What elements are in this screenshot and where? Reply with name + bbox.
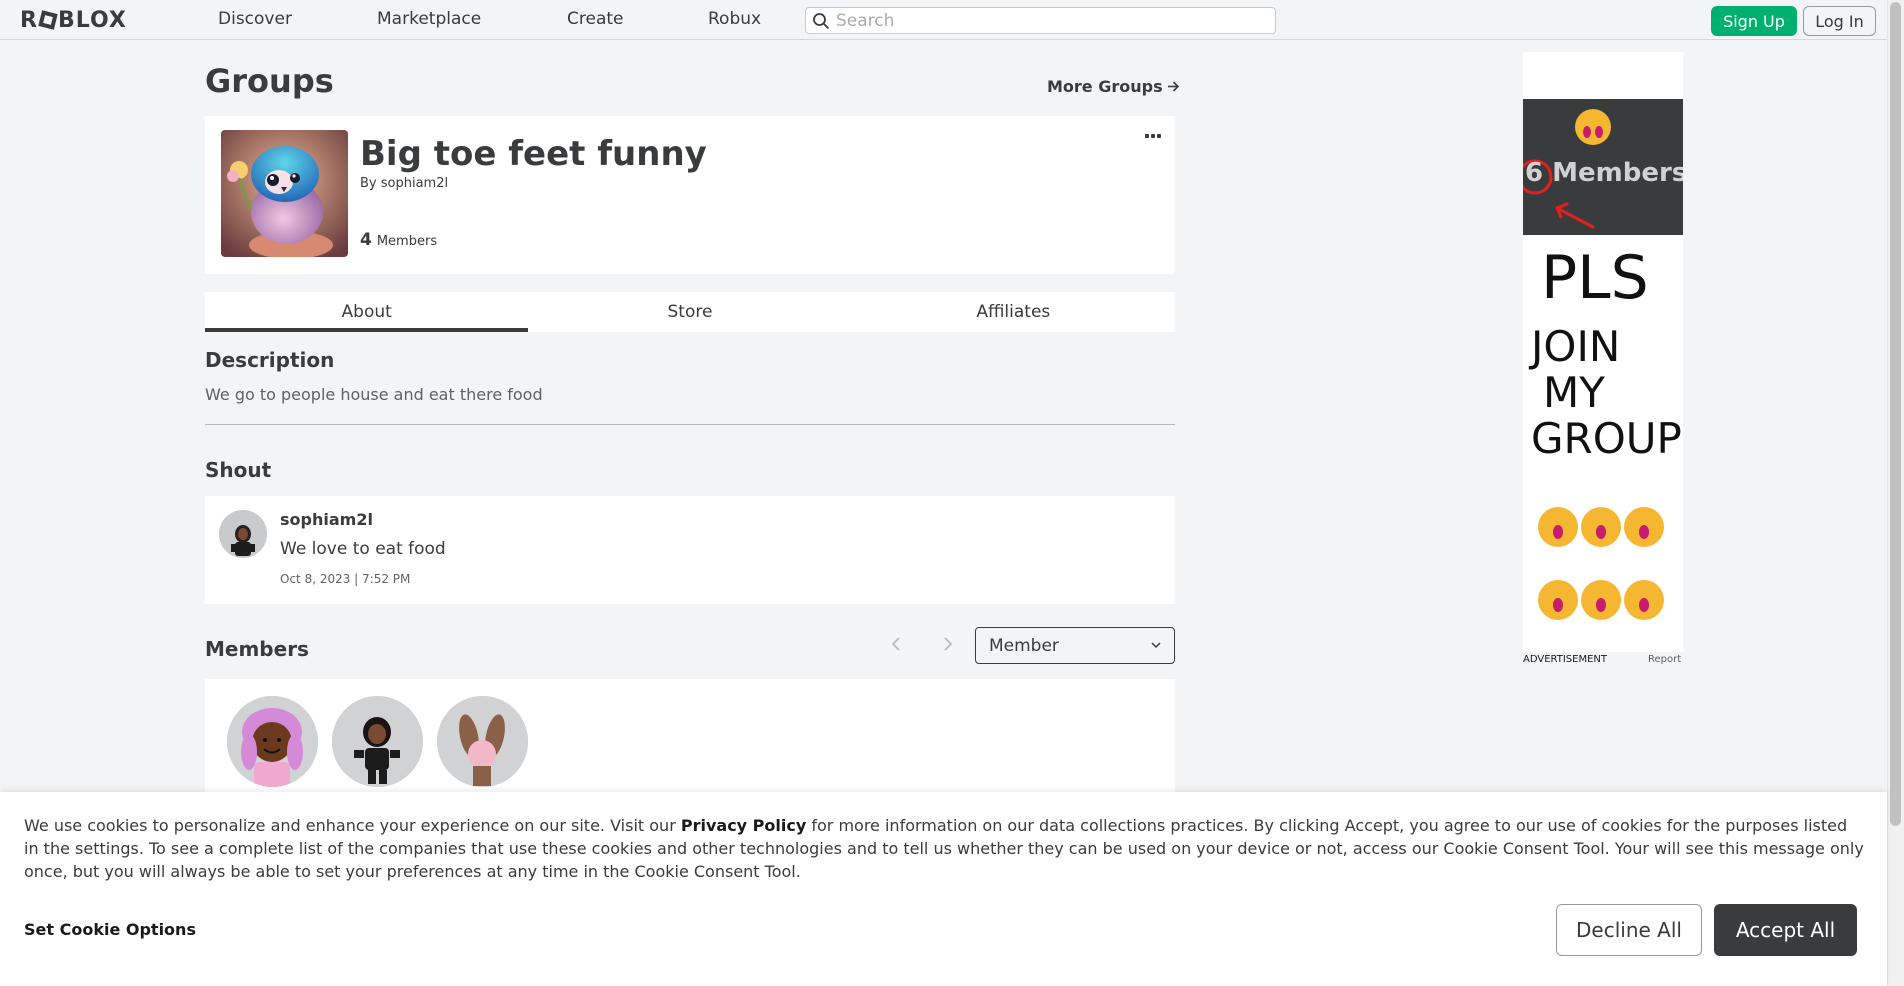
member-avatar[interactable] — [332, 696, 423, 787]
page-title: Groups — [205, 62, 334, 100]
members-list — [205, 679, 1175, 799]
shout-username-link[interactable]: sophiam2l — [280, 510, 373, 529]
member-avatar[interactable] — [227, 696, 318, 787]
tab-about[interactable]: About — [205, 292, 529, 332]
role-dropdown[interactable]: Member — [975, 627, 1175, 664]
member-avatar[interactable] — [437, 696, 528, 787]
role-dropdown-value: Member — [989, 635, 1059, 656]
privacy-policy-link[interactable]: Privacy Policy — [681, 816, 806, 835]
ad-handwritten-join: JOIN — [1531, 322, 1621, 371]
logo-o-mark — [38, 10, 58, 30]
shout-user-avatar[interactable] — [219, 510, 267, 558]
member-count-label: Members — [376, 234, 438, 249]
chevron-down-icon — [1151, 642, 1161, 649]
description-text: We go to people house and eat there food — [205, 385, 543, 404]
ad-handwritten-pls: PLS — [1541, 243, 1649, 313]
cookie-consent-banner: We use cookies to personalize and enhanc… — [0, 792, 1887, 986]
nav-discover-link[interactable]: Discover — [218, 9, 292, 29]
tab-store[interactable]: Store — [528, 292, 851, 332]
roblox-logo[interactable]: R BLOX — [20, 7, 127, 33]
shout-timestamp: Oct 8, 2023 | 7:52 PM — [280, 572, 411, 586]
logo-text-r: R — [20, 7, 38, 33]
group-header-card: Big toe feet funny By sophiam2l 4 Member… — [205, 116, 1175, 274]
shout-card: sophiam2l We love to eat food Oct 8, 202… — [205, 496, 1175, 604]
description-heading: Description — [205, 348, 335, 372]
member-count-value: 4 — [360, 230, 372, 250]
chevron-left-icon[interactable] — [884, 632, 908, 656]
shout-heading: Shout — [205, 458, 272, 482]
advertisement-banner[interactable]: 6 Members PLS JOIN MY GROUP — [1523, 52, 1683, 652]
group-tabs: About Store Affiliates — [205, 292, 1175, 332]
set-cookie-options-link[interactable]: Set Cookie Options — [24, 920, 196, 939]
members-heading: Members — [205, 637, 309, 661]
ad-member-count-text: 6 Members — [1525, 158, 1683, 188]
ad-handwritten-group: GROUP — [1531, 414, 1682, 463]
search-box[interactable] — [805, 7, 1276, 34]
arrow-right-icon — [1167, 81, 1179, 92]
group-by-label: By — [360, 176, 377, 191]
logo-text-blox: BLOX — [57, 7, 127, 33]
top-navigation-bar: R BLOX Discover Marketplace Create Robux … — [0, 0, 1887, 40]
ad-report-link[interactable]: Report — [1648, 654, 1681, 665]
ad-handwritten-my: MY — [1543, 368, 1605, 417]
nav-create-link[interactable]: Create — [567, 9, 624, 29]
search-icon — [806, 7, 836, 34]
group-owner-link[interactable]: sophiam2l — [381, 176, 448, 191]
advertisement-label: ADVERTISEMENT — [1523, 654, 1608, 665]
more-groups-label: More Groups — [1047, 77, 1163, 96]
divider — [205, 424, 1175, 425]
cookie-text-before: We use cookies to personalize and enhanc… — [24, 816, 681, 835]
cookie-consent-text: We use cookies to personalize and enhanc… — [24, 814, 1864, 883]
more-options-icon[interactable] — [1145, 130, 1165, 142]
shout-message: We love to eat food — [280, 539, 446, 559]
decline-all-button[interactable]: Decline All — [1556, 904, 1702, 956]
group-name: Big toe feet funny — [360, 134, 707, 174]
search-input[interactable] — [836, 10, 1275, 31]
log-in-button[interactable]: Log In — [1803, 6, 1876, 36]
group-emblem-image — [221, 130, 348, 257]
group-member-count: 4 Members — [360, 230, 437, 250]
scrollbar-thumb[interactable] — [1890, 2, 1901, 826]
accept-all-button[interactable]: Accept All — [1714, 904, 1857, 956]
more-groups-link[interactable]: More Groups — [1047, 77, 1180, 96]
group-owner-line: By sophiam2l — [360, 176, 448, 191]
chevron-right-icon[interactable] — [936, 632, 960, 656]
nav-marketplace-link[interactable]: Marketplace — [377, 9, 481, 29]
page-scrollbar[interactable] — [1887, 0, 1904, 986]
sign-up-button[interactable]: Sign Up — [1711, 6, 1797, 36]
nav-robux-link[interactable]: Robux — [708, 9, 761, 29]
tab-affiliates[interactable]: Affiliates — [852, 292, 1175, 332]
